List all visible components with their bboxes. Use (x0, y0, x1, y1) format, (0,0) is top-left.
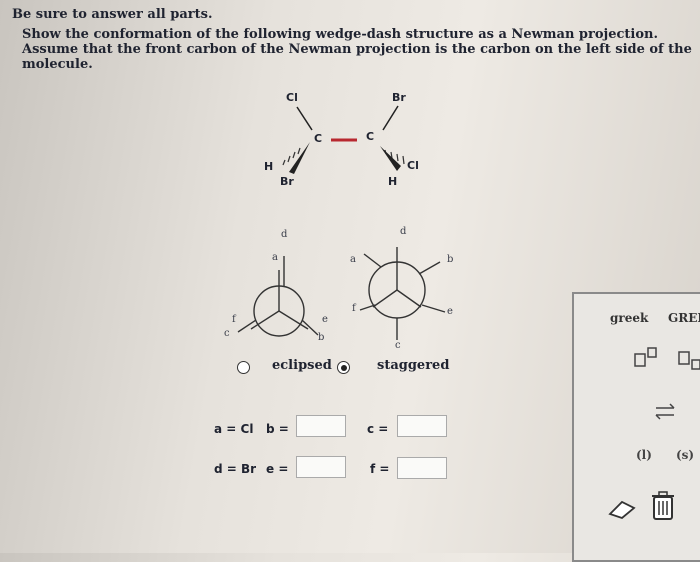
f-answer-input[interactable] (397, 457, 447, 479)
e-answer-input[interactable] (296, 456, 346, 478)
eraser-icon[interactable] (606, 496, 640, 522)
equation-tool-panel: greek GREI (l) (s) (572, 292, 700, 562)
equilibrium-arrow-icon[interactable] (652, 402, 682, 422)
newman-staggered (359, 247, 446, 340)
d-answer-label: d = Br (214, 462, 257, 476)
eclipsed-label-b: b (318, 332, 325, 343)
eclipsed-label-c: c (224, 328, 230, 339)
staggered-label-b: b (447, 254, 454, 265)
bond-left-up (296, 106, 313, 131)
c-answer-input[interactable] (397, 415, 447, 437)
atom-left-br: Br (280, 175, 294, 188)
eclipsed-radio[interactable] (237, 361, 250, 374)
wedge-bond-left (289, 142, 310, 174)
b-answer-input[interactable] (296, 415, 346, 437)
greek-caps-button[interactable]: GREI (668, 311, 700, 325)
staggered-label-c: c (395, 340, 401, 351)
atom-left-c: C (314, 132, 323, 145)
eclipsed-label-d: d (281, 229, 288, 240)
liquid-state-button[interactable]: (l) (636, 448, 652, 462)
atom-right-h: H (388, 175, 398, 188)
greek-button[interactable]: greek (610, 311, 648, 325)
trash-icon[interactable] (650, 490, 676, 522)
eclipsed-label-a: a (272, 252, 278, 263)
staggered-label-e: e (447, 306, 453, 317)
atom-right-c: C (366, 130, 375, 143)
staggered-radio[interactable] (337, 361, 350, 374)
staggered-label-d: d (400, 226, 407, 237)
e-field-label: e = (266, 462, 289, 476)
bond-right-up (382, 105, 399, 131)
atom-right-cl: Cl (407, 159, 419, 172)
eclipsed-option-label[interactable]: eclipsed (272, 358, 332, 373)
c-field-label: c = (367, 422, 389, 436)
b-field-label: b = (266, 422, 289, 436)
solid-state-button[interactable]: (s) (676, 448, 694, 462)
eclipsed-label-f: f (232, 314, 236, 325)
newman-eclipsed (237, 256, 319, 337)
atom-left-h: H (264, 160, 274, 173)
f-field-label: f = (370, 462, 390, 476)
atom-left-cl: Cl (286, 91, 298, 104)
staggered-option-label[interactable]: staggered (377, 358, 449, 373)
eclipsed-label-e: e (322, 314, 328, 325)
subscript-icon[interactable] (676, 350, 700, 374)
a-answer-label: a = Cl (214, 422, 254, 436)
superscript-icon[interactable] (632, 346, 662, 370)
atom-right-br: Br (392, 91, 406, 104)
staggered-label-f: f (352, 303, 356, 314)
staggered-label-a: a (350, 254, 356, 265)
